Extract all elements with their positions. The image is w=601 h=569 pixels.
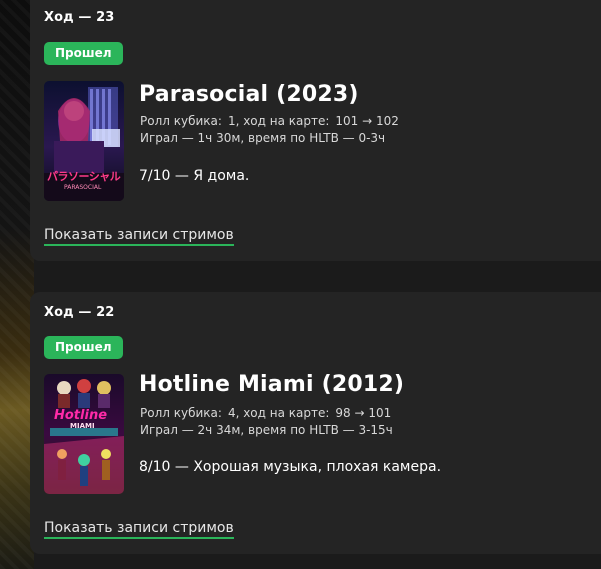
game-cover-image[interactable]: パラソーシャル PARASOCIAL xyxy=(44,81,124,201)
game-cover-image[interactable]: Hotline MIAMI xyxy=(44,374,124,494)
roll-value: 4, ход на карте: xyxy=(227,406,330,420)
game-title[interactable]: Hotline Miami (2012) xyxy=(139,372,404,397)
game-entry-card: Ход — 22 Прошел Hotline MIAMI Hotline Mi… xyxy=(30,292,601,554)
show-streams-link[interactable]: Показать записи стримов xyxy=(44,520,234,539)
played-line: Играл — 2ч 34м, время по HLTB — 3-15ч xyxy=(140,423,393,437)
cover-subtitle-text: MIAMI xyxy=(70,422,95,430)
game-meta: Ролл кубика: 1, ход на карте: 101 → 102 Иг… xyxy=(140,113,399,147)
turn-number: Ход — 23 xyxy=(44,10,115,25)
game-review: 8/10 — Хорошая музыка, плохая камера. xyxy=(139,459,442,475)
played-line: Играл — 1ч 30м, время по HLTB — 0-3ч xyxy=(140,131,386,145)
game-review: 7/10 — Я дома. xyxy=(139,168,250,184)
roll-line: Ролл кубика: 4, ход на карте: 98 → 101 xyxy=(140,405,393,422)
roll-value: 1, ход на карте: xyxy=(227,114,330,128)
cover-title-text: パラソーシャル xyxy=(47,170,121,183)
map-move: 101 → 102 xyxy=(335,114,399,128)
game-meta: Ролл кубика: 4, ход на карте: 98 → 101 Игр… xyxy=(140,405,393,439)
turn-number: Ход — 22 xyxy=(44,305,115,320)
status-badge: Прошел xyxy=(44,336,123,359)
game-entry-card: Ход — 23 Прошел パラソーシャル PARASOCIAL Paras… xyxy=(30,0,601,261)
show-streams-link[interactable]: Показать записи стримов xyxy=(44,227,234,246)
roll-label: Ролл кубика: xyxy=(140,406,222,420)
status-badge: Прошел xyxy=(44,42,123,65)
map-move: 98 → 101 xyxy=(335,406,392,420)
roll-label: Ролл кубика: xyxy=(140,114,222,128)
roll-line: Ролл кубика: 1, ход на карте: 101 → 102 xyxy=(140,113,399,130)
background-decoration xyxy=(0,0,34,569)
cover-title-text: Hotline xyxy=(54,408,108,423)
game-title[interactable]: Parasocial (2023) xyxy=(139,82,359,107)
cover-subtitle-text: PARASOCIAL xyxy=(64,184,102,191)
